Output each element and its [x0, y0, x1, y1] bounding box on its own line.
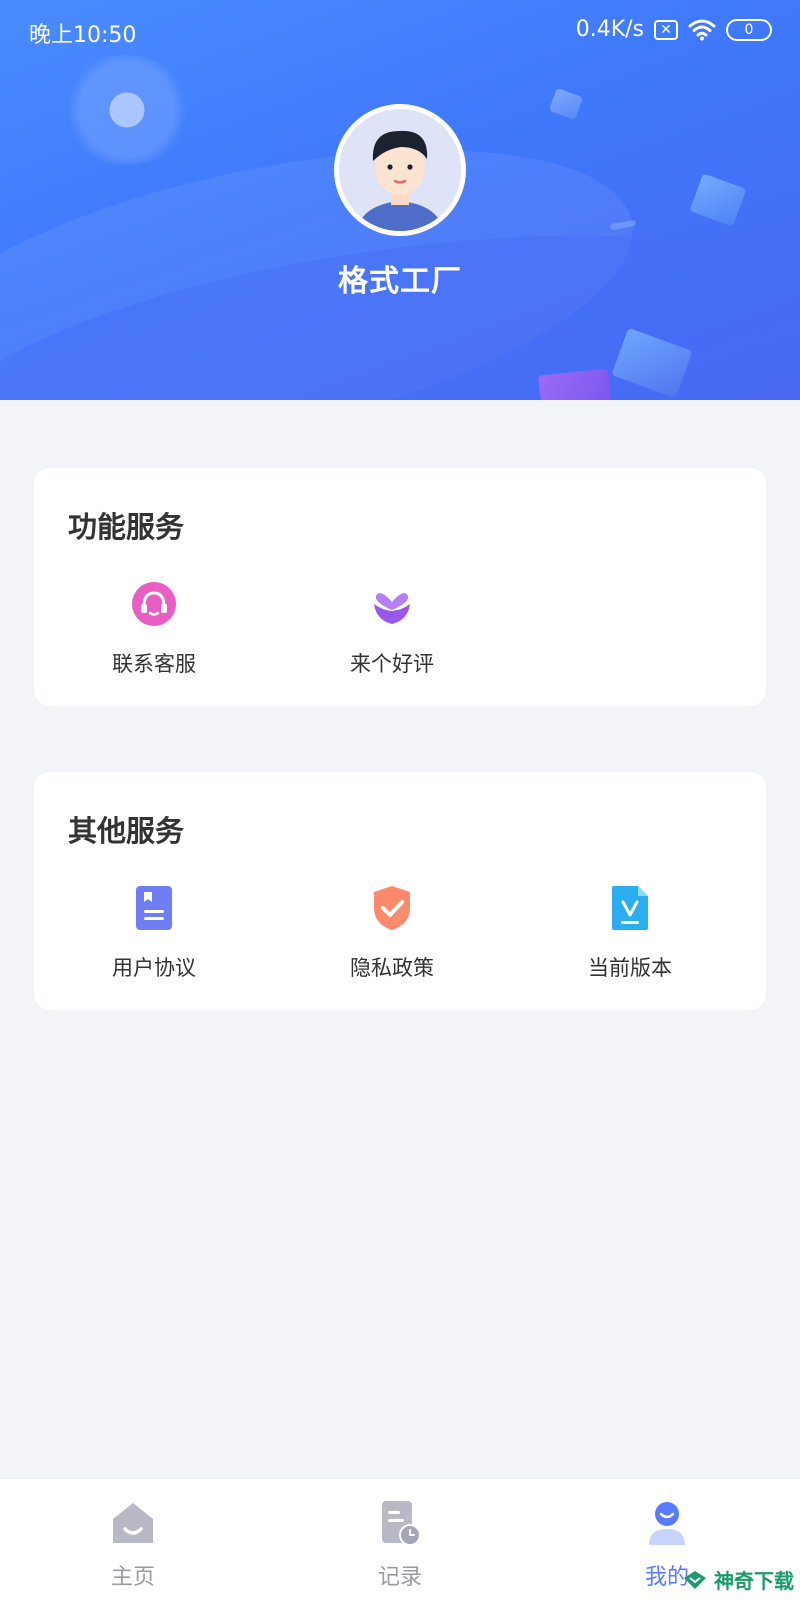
header-decoration-cube — [689, 173, 747, 227]
profile-icon — [649, 1502, 685, 1545]
avatar-illustration — [339, 109, 461, 231]
watermark-text: 神奇下载 — [714, 1569, 794, 1593]
header-decoration-glow — [62, 55, 192, 165]
avatar[interactable] — [334, 104, 466, 236]
status-bar: 晚上10:50 0.4K/s ✕ 0 — [0, 0, 800, 64]
service-label: 来个好评 — [350, 652, 434, 676]
section-title: 功能服务 — [68, 510, 185, 544]
customer-service-icon — [132, 582, 176, 626]
contact-service-button[interactable]: 联系客服 — [64, 580, 244, 678]
tab-label: 主页 — [110, 1565, 155, 1590]
user-agreement-button[interactable]: 用户协议 — [64, 884, 244, 982]
battery-icon: 0 — [726, 18, 772, 41]
other-services-card: 其他服务 用户协议 隐私政策 当前版本 — [34, 772, 766, 1010]
wifi-icon — [688, 19, 716, 40]
service-label: 当前版本 — [588, 956, 672, 980]
tab-record[interactable]: 记录 — [310, 1499, 490, 1591]
current-version-button[interactable]: 当前版本 — [540, 884, 720, 982]
watermark-logo-icon — [684, 1570, 706, 1589]
network-speed: 0.4K/s — [575, 17, 644, 42]
version-file-icon — [612, 886, 648, 930]
record-icon — [382, 1501, 421, 1546]
document-icon — [136, 886, 172, 930]
service-label: 用户协议 — [112, 956, 196, 980]
no-sim-icon: ✕ — [654, 19, 678, 40]
shield-check-icon — [374, 886, 410, 930]
status-time: 晚上10:50 — [29, 23, 137, 48]
watermark: 神奇下载 — [682, 1565, 794, 1594]
privacy-policy-button[interactable]: 隐私政策 — [302, 884, 482, 982]
service-label: 隐私政策 — [350, 956, 434, 980]
tab-home[interactable]: 主页 — [43, 1499, 223, 1591]
home-icon — [113, 1503, 153, 1543]
flower-heart-icon — [374, 593, 410, 624]
profile-header: 晚上10:50 0.4K/s ✕ 0 格式工厂 — [0, 0, 800, 400]
rate-app-button[interactable]: 来个好评 — [302, 580, 482, 678]
function-services-card: 功能服务 联系客服 来个好评 — [34, 468, 766, 706]
tab-label: 记录 — [377, 1565, 422, 1590]
section-title: 其他服务 — [68, 814, 185, 848]
header-decoration-cube — [548, 87, 584, 121]
username: 格式工厂 — [338, 264, 462, 299]
status-indicators: 0.4K/s ✕ 0 — [576, 17, 772, 42]
service-label: 联系客服 — [112, 652, 196, 676]
bottom-tab-bar: 主页 记录 我的 — [0, 1478, 800, 1600]
